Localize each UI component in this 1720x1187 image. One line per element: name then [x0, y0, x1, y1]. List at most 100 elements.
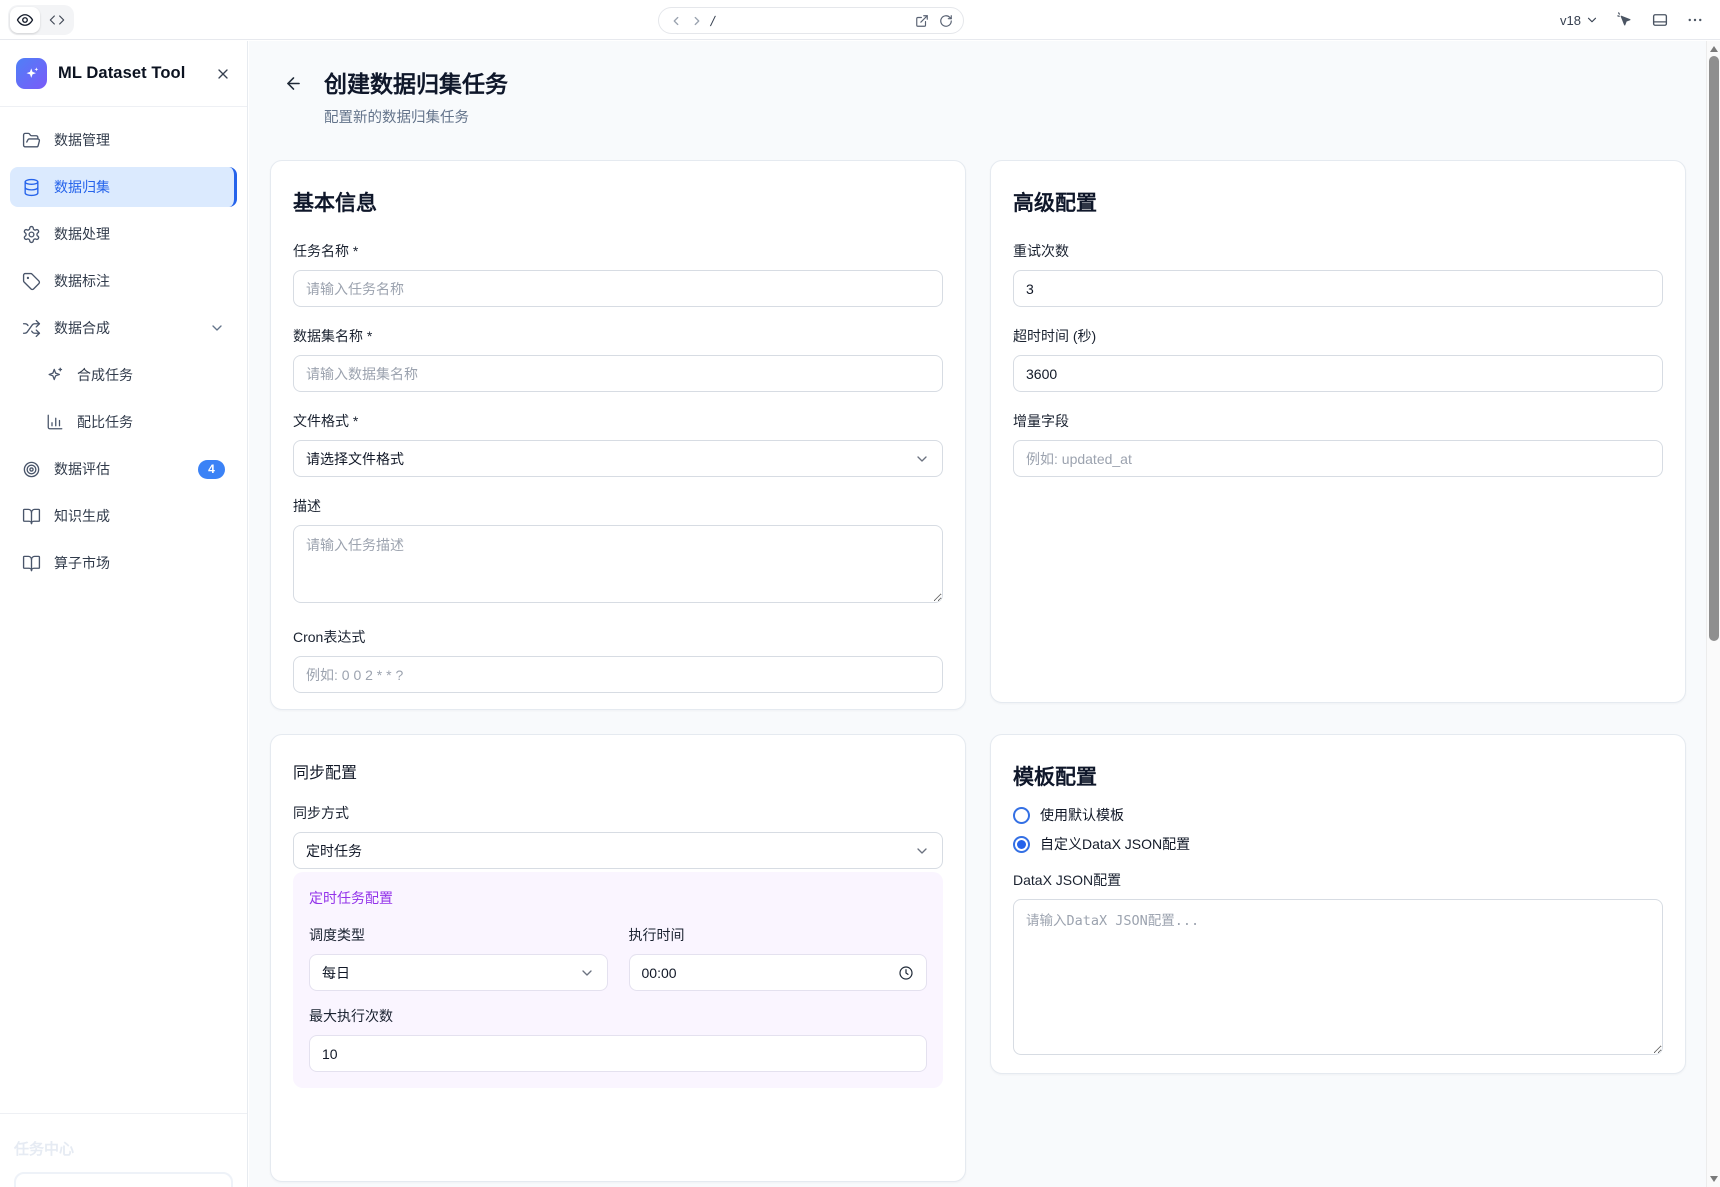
sidebar-header: ML Dataset Tool [0, 41, 247, 107]
task-name-input[interactable] [293, 270, 943, 307]
scrollbar-up-arrow[interactable] [1710, 46, 1718, 52]
gear-icon [22, 225, 41, 244]
timeout-input[interactable] [1013, 355, 1663, 392]
page-header: 创建数据归集任务 配置新的数据归集任务 [270, 65, 1686, 127]
app-title: ML Dataset Tool [58, 64, 204, 83]
nav-back-icon[interactable] [669, 14, 683, 28]
sidebar-item-label: 数据评估 [54, 459, 110, 479]
version-selector[interactable]: v18 [1560, 13, 1599, 28]
sidebar-item-data-collection[interactable]: 数据归集 [10, 167, 237, 207]
advanced-config-title: 高级配置 [1013, 187, 1663, 217]
page-scrollbar[interactable] [1706, 41, 1720, 1187]
code-mode-button[interactable] [42, 7, 72, 33]
chevron-down-icon [209, 320, 225, 336]
schedule-grid: 调度类型 每日 执行时间 00:00 [309, 925, 927, 991]
sparkles-icon [46, 366, 64, 384]
dataset-name-label: 数据集名称 * [293, 326, 943, 346]
exec-time-input[interactable]: 00:00 [629, 954, 928, 991]
panel-toggle-button[interactable] [1651, 11, 1669, 29]
open-external-icon[interactable] [915, 14, 929, 28]
preview-mode-button[interactable] [10, 7, 40, 33]
refresh-icon[interactable] [939, 14, 953, 28]
advanced-config-card: 高级配置 重试次数 超时时间 (秒) 增量字段 [990, 160, 1686, 703]
description-field: 描述 [293, 496, 943, 608]
more-menu-button[interactable] [1686, 11, 1704, 29]
sync-config-title: 同步配置 [293, 759, 943, 783]
sidebar-item-operator-market[interactable]: 算子市场 [10, 543, 237, 583]
radio-unchecked-icon[interactable] [1013, 807, 1030, 824]
clock-icon [898, 965, 914, 981]
basic-info-card: 基本信息 任务名称 * 数据集名称 * 文件格式 * 请选择文件格式 [270, 160, 966, 710]
custom-datax-option[interactable]: 自定义DataX JSON配置 [1013, 834, 1663, 854]
exec-time-label: 执行时间 [629, 925, 928, 945]
sidebar-item-data-annotation[interactable]: 数据标注 [10, 261, 237, 301]
sync-mode-field: 同步方式 定时任务 [293, 803, 943, 869]
basic-info-title: 基本信息 [293, 187, 943, 217]
tag-icon [22, 272, 41, 291]
datax-json-textarea[interactable] [1013, 899, 1663, 1055]
sidebar-footer: 任务中心 [0, 1113, 247, 1187]
version-label: v18 [1560, 13, 1581, 28]
file-format-label: 文件格式 * [293, 411, 943, 431]
sidebar-item-label: 数据合成 [54, 318, 110, 338]
cron-input[interactable] [293, 656, 943, 693]
database-icon [22, 178, 41, 197]
scrollbar-down-arrow[interactable] [1710, 1176, 1718, 1182]
max-exec-input[interactable] [309, 1035, 927, 1072]
sidebar-item-synthesis-task[interactable]: 合成任务 [34, 355, 237, 395]
chevron-down-icon [914, 843, 930, 859]
sidebar-item-data-processing[interactable]: 数据处理 [10, 214, 237, 254]
sidebar-item-data-evaluation[interactable]: 数据评估 4 [10, 449, 237, 489]
sidebar-item-label: 数据处理 [54, 224, 110, 244]
sidebar-item-data-synthesis[interactable]: 数据合成 [10, 308, 237, 348]
page-title: 创建数据归集任务 [324, 65, 508, 99]
layout-panel-icon [1651, 11, 1669, 29]
dataset-name-input[interactable] [293, 355, 943, 392]
radio-checked-icon[interactable] [1013, 836, 1030, 853]
incremental-label: 增量字段 [1013, 411, 1663, 431]
nav-forward-icon[interactable] [690, 14, 704, 28]
sidebar-item-data-management[interactable]: 数据管理 [10, 120, 237, 160]
scrollbar-thumb[interactable] [1709, 56, 1719, 641]
incremental-input[interactable] [1013, 440, 1663, 477]
exec-time-field: 执行时间 00:00 [629, 925, 928, 991]
max-exec-label: 最大执行次数 [309, 1006, 927, 1026]
retry-count-field: 重试次数 [1013, 241, 1663, 307]
timeout-field: 超时时间 (秒) [1013, 326, 1663, 392]
cron-field: Cron表达式 [293, 627, 943, 693]
sidebar-item-label: 合成任务 [77, 365, 133, 385]
sidebar-item-label: 配比任务 [77, 412, 133, 432]
sync-mode-select[interactable]: 定时任务 [293, 832, 943, 869]
sidebar-nav: 数据管理 数据归集 数据处理 数据标注 数据合成 [0, 107, 247, 596]
chevron-down-icon [914, 451, 930, 467]
book-open-icon [22, 554, 41, 573]
sidebar-item-label: 算子市场 [54, 553, 110, 573]
retry-count-input[interactable] [1013, 270, 1663, 307]
file-format-select[interactable]: 请选择文件格式 [293, 440, 943, 477]
description-textarea[interactable] [293, 525, 943, 603]
schedule-type-select[interactable]: 每日 [309, 954, 608, 991]
task-name-label: 任务名称 * [293, 241, 943, 261]
back-button[interactable] [284, 74, 303, 93]
sync-mode-label: 同步方式 [293, 803, 943, 823]
sidebar-item-label: 数据归集 [54, 177, 110, 197]
exec-time-value: 00:00 [642, 965, 677, 981]
sidebar-close-button[interactable] [215, 66, 231, 82]
main-content: 创建数据归集任务 配置新的数据归集任务 基本信息 任务名称 * 数据集名称 * … [249, 41, 1706, 1187]
default-template-option[interactable]: 使用默认模板 [1013, 805, 1663, 825]
toolbar-right-cluster: v18 [1560, 0, 1704, 40]
custom-datax-label: 自定义DataX JSON配置 [1040, 834, 1190, 854]
cron-label: Cron表达式 [293, 627, 943, 647]
page-subtitle: 配置新的数据归集任务 [324, 106, 508, 127]
task-center-label: 任务中心 [14, 1138, 233, 1159]
evaluation-count-badge: 4 [198, 460, 225, 479]
sidebar-item-knowledge-generation[interactable]: 知识生成 [10, 496, 237, 536]
address-bar[interactable]: / [658, 7, 964, 34]
sidebar-item-ratio-task[interactable]: 配比任务 [34, 402, 237, 442]
retry-count-label: 重试次数 [1013, 241, 1663, 261]
schedule-type-label: 调度类型 [309, 925, 608, 945]
select-element-button[interactable] [1616, 11, 1634, 29]
sparkles-logo-icon [23, 65, 41, 83]
incremental-field: 增量字段 [1013, 411, 1663, 477]
scheduled-task-panel: 定时任务配置 调度类型 每日 执行时间 [293, 872, 943, 1088]
